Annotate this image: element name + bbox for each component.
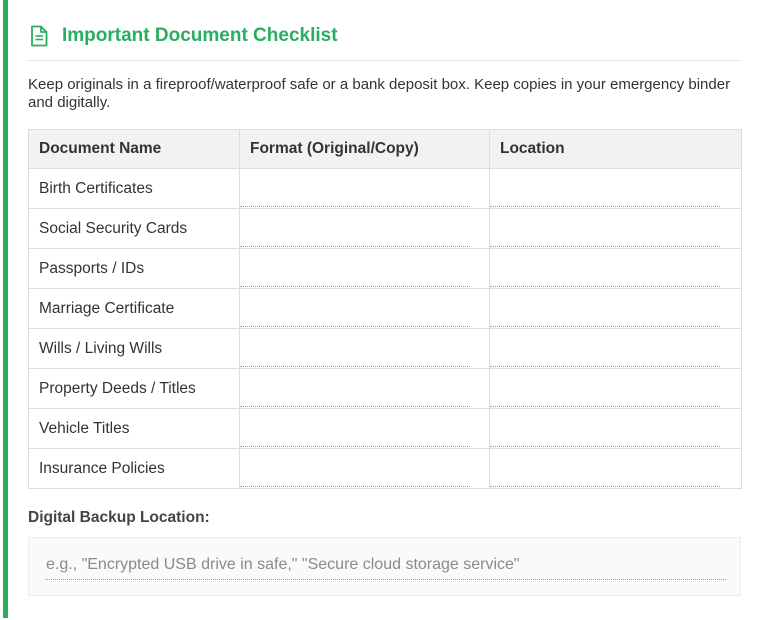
document-checklist-card: Important Document Checklist Keep origin… bbox=[0, 0, 760, 620]
location-cell bbox=[489, 328, 742, 369]
column-header-document-name: Document Name bbox=[28, 129, 240, 169]
location-cell bbox=[489, 168, 742, 209]
location-input[interactable] bbox=[490, 449, 720, 487]
format-input[interactable] bbox=[240, 209, 470, 247]
location-input[interactable] bbox=[490, 329, 720, 367]
format-input[interactable] bbox=[240, 329, 470, 367]
document-name-cell: Social Security Cards bbox=[28, 208, 240, 249]
document-icon bbox=[31, 25, 48, 47]
location-cell bbox=[489, 408, 742, 449]
format-cell bbox=[239, 248, 490, 289]
card-header: Important Document Checklist bbox=[28, 0, 741, 61]
digital-backup-label: Digital Backup Location: bbox=[28, 509, 210, 526]
table-row: Marriage Certificate bbox=[28, 288, 742, 329]
format-cell bbox=[239, 448, 490, 489]
document-name-cell: Birth Certificates bbox=[28, 168, 240, 209]
column-header-format: Format (Original/Copy) bbox=[239, 129, 490, 169]
format-input[interactable] bbox=[240, 289, 470, 327]
format-input[interactable] bbox=[240, 249, 470, 287]
format-cell bbox=[239, 368, 490, 409]
location-input[interactable] bbox=[490, 369, 720, 407]
table-row: Wills / Living Wills bbox=[28, 328, 742, 369]
location-input[interactable] bbox=[490, 209, 720, 247]
format-cell bbox=[239, 168, 490, 209]
document-name-cell: Marriage Certificate bbox=[28, 288, 240, 329]
table-row: Passports / IDs bbox=[28, 248, 742, 289]
table-row: Birth Certificates bbox=[28, 168, 742, 209]
location-input[interactable] bbox=[490, 409, 720, 447]
column-header-location: Location bbox=[489, 129, 742, 169]
digital-backup-input[interactable] bbox=[45, 551, 726, 580]
document-name-cell: Property Deeds / Titles bbox=[28, 368, 240, 409]
table-header-row: Document Name Format (Original/Copy) Loc… bbox=[28, 129, 742, 169]
table-row: Property Deeds / Titles bbox=[28, 368, 742, 409]
card-content: Important Document Checklist Keep origin… bbox=[28, 0, 742, 596]
table-row: Insurance Policies bbox=[28, 448, 742, 489]
location-cell bbox=[489, 288, 742, 329]
format-cell bbox=[239, 328, 490, 369]
format-input[interactable] bbox=[240, 449, 470, 487]
digital-backup-box bbox=[28, 537, 741, 596]
format-input[interactable] bbox=[240, 169, 470, 207]
accent-bar bbox=[3, 0, 8, 618]
format-cell bbox=[239, 288, 490, 329]
document-name-cell: Vehicle Titles bbox=[28, 408, 240, 449]
document-table: Document Name Format (Original/Copy) Loc… bbox=[28, 129, 742, 489]
table-row: Vehicle Titles bbox=[28, 408, 742, 449]
document-name-cell: Passports / IDs bbox=[28, 248, 240, 289]
document-name-cell: Wills / Living Wills bbox=[28, 328, 240, 369]
table-row: Social Security Cards bbox=[28, 208, 742, 249]
document-name-cell: Insurance Policies bbox=[28, 448, 240, 489]
format-cell bbox=[239, 408, 490, 449]
format-input[interactable] bbox=[240, 409, 470, 447]
location-input[interactable] bbox=[490, 249, 720, 287]
location-cell bbox=[489, 248, 742, 289]
location-input[interactable] bbox=[490, 289, 720, 327]
location-input[interactable] bbox=[490, 169, 720, 207]
intro-text: Keep originals in a fireproof/waterproof… bbox=[28, 76, 731, 111]
location-cell bbox=[489, 368, 742, 409]
location-cell bbox=[489, 448, 742, 489]
format-input[interactable] bbox=[240, 369, 470, 407]
page-title: Important Document Checklist bbox=[62, 25, 338, 46]
format-cell bbox=[239, 208, 490, 249]
location-cell bbox=[489, 208, 742, 249]
